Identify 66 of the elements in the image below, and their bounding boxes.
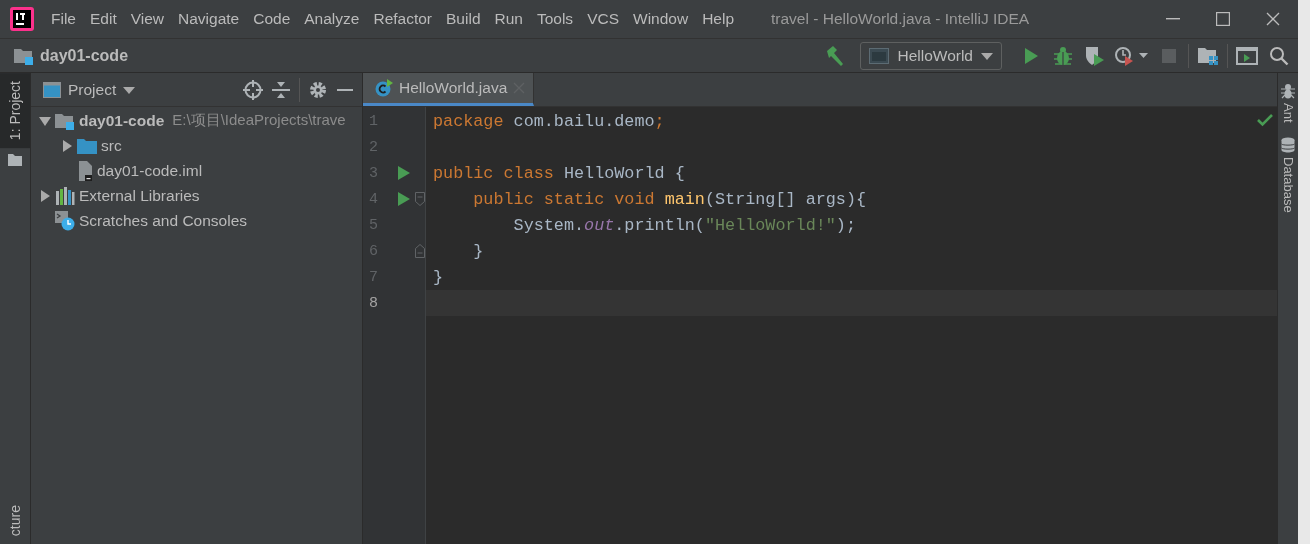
window-play-icon[interactable] xyxy=(1236,44,1258,67)
bug-icon[interactable] xyxy=(1052,44,1074,67)
menu-item[interactable]: View xyxy=(123,10,172,28)
shield-play-icon[interactable] xyxy=(1084,44,1106,67)
code-line: } xyxy=(432,266,445,289)
caret-icon xyxy=(123,85,136,94)
tree-item[interactable]: External Libraries xyxy=(79,186,200,205)
line-number: 8 xyxy=(368,294,379,312)
folder-icon xyxy=(77,137,97,154)
tool-window-tab[interactable]: cture xyxy=(0,496,30,544)
tree-item[interactable]: Scratches and Consoles xyxy=(79,211,247,230)
menu-item[interactable]: Window xyxy=(626,10,696,28)
tool-window-tab[interactable]: Ant xyxy=(1280,103,1296,123)
window-title: travel - HelloWorld.java - IntelliJ IDEA xyxy=(771,10,1030,28)
app-logo-icon xyxy=(10,7,34,31)
run-configuration-dropdown[interactable]: HelloWorld xyxy=(860,41,1002,70)
code-line: } xyxy=(472,240,485,263)
bars-icon xyxy=(55,186,75,205)
settings-icon[interactable] xyxy=(308,79,328,100)
code-line: package com.bailu.demo; xyxy=(432,110,666,133)
menu-item[interactable]: Run xyxy=(487,10,530,28)
crosshair-icon[interactable] xyxy=(243,79,263,100)
expand-arrow-icon[interactable] xyxy=(39,189,51,202)
window-icon xyxy=(869,47,890,64)
tool-window-tab[interactable]: 1: Project xyxy=(0,73,30,149)
code-line: System.out.println("HelloWorld!"); xyxy=(512,214,857,237)
menu-item[interactable]: Build xyxy=(439,10,488,28)
folder-icon xyxy=(8,154,22,167)
file-icon xyxy=(77,160,93,181)
editor-tab[interactable]: HelloWorld.java xyxy=(363,73,535,106)
code-line: public static void main(String[] args){ xyxy=(472,188,868,211)
menu-item[interactable]: File xyxy=(44,10,83,28)
menu-item[interactable]: Code xyxy=(246,10,298,28)
module-folder-icon xyxy=(55,111,75,130)
terminal-clock-icon xyxy=(55,210,75,231)
tree-item[interactable]: day01-code xyxy=(79,111,165,130)
run-icon[interactable] xyxy=(398,192,410,206)
path-text: E:\项目\IdeaProjects\trave xyxy=(172,111,346,130)
menu-item[interactable]: Tools xyxy=(529,10,581,28)
maximize-icon xyxy=(1216,12,1230,26)
breadcrumb[interactable]: day01-code xyxy=(40,46,129,65)
search-icon[interactable] xyxy=(1268,44,1290,67)
caret-icon xyxy=(981,51,993,60)
tree-item[interactable]: src xyxy=(101,136,122,155)
ant-icon[interactable] xyxy=(1281,83,1295,99)
menu-item[interactable]: Analyze xyxy=(297,10,367,28)
collapse-arrow-icon[interactable] xyxy=(39,114,51,127)
menu-item[interactable]: Navigate xyxy=(171,10,247,28)
database-icon[interactable] xyxy=(1281,136,1295,153)
tree-item[interactable]: day01-code.iml xyxy=(97,161,203,180)
tool-window-tab[interactable]: Database xyxy=(1280,156,1296,213)
project-view-dropdown[interactable]: Project xyxy=(43,80,136,99)
run-icon[interactable] xyxy=(398,166,410,180)
collapse-icon[interactable] xyxy=(271,79,291,100)
menu-item[interactable]: Help xyxy=(695,10,742,28)
minimize-icon xyxy=(1166,18,1180,20)
close-icon xyxy=(1266,12,1280,26)
class-icon xyxy=(375,79,393,97)
menu-item[interactable]: Refactor xyxy=(366,10,440,28)
menu-item[interactable]: Edit xyxy=(83,10,124,28)
expand-arrow-icon[interactable] xyxy=(61,139,73,152)
clock-play-icon[interactable] xyxy=(1114,44,1150,67)
window-icon xyxy=(43,81,61,98)
menu-item[interactable]: VCS xyxy=(580,10,626,28)
module-folder-icon xyxy=(14,46,34,65)
code-line: public class HelloWorld { xyxy=(432,162,686,185)
